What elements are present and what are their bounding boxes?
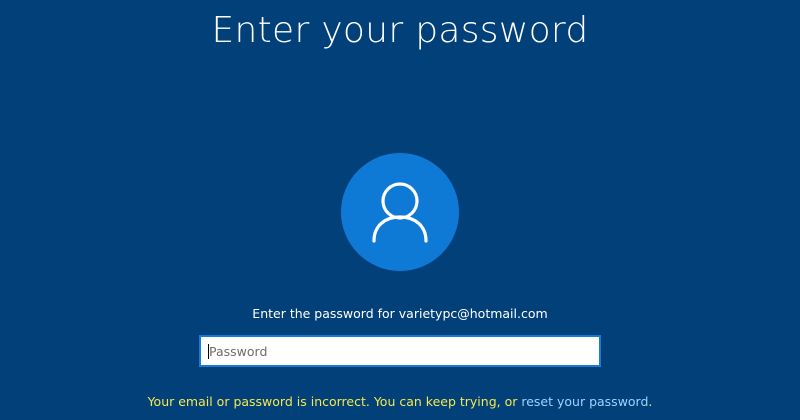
password-field-container[interactable] [199, 335, 601, 367]
user-avatar [341, 153, 459, 271]
text-caret [208, 344, 209, 359]
user-icon [372, 182, 428, 243]
error-suffix: . [648, 394, 653, 409]
password-input[interactable] [201, 337, 599, 365]
reset-password-link[interactable]: reset your password [521, 394, 648, 409]
error-message: Your email or password is incorrect. You… [0, 393, 800, 411]
page-title: Enter your password [211, 10, 589, 51]
password-prompt: Enter the password for varietypc@hotmail… [252, 306, 548, 321]
error-text: Your email or password is incorrect. You… [147, 394, 518, 409]
